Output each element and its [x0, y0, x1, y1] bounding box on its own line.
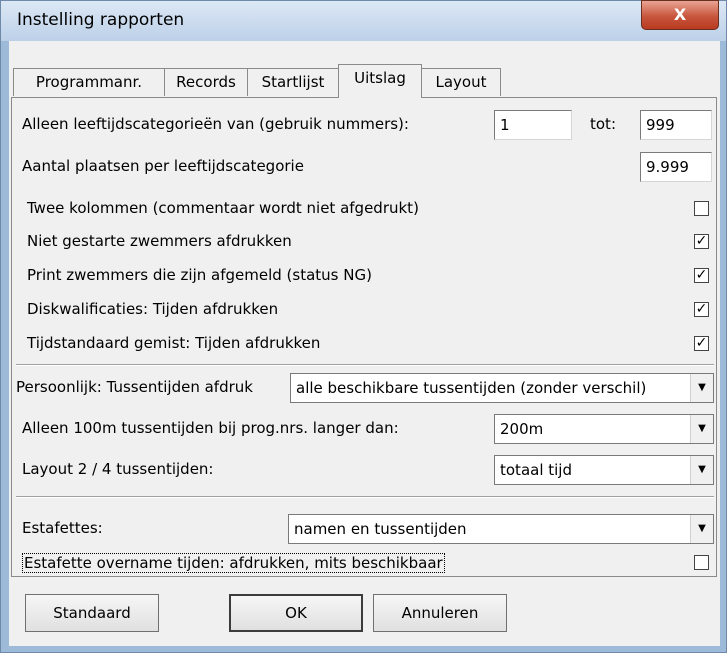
age-range-label: Alleen leeftijdscategorieën van (gebruik…	[22, 115, 409, 133]
age-to-input[interactable]: 999	[640, 110, 712, 140]
cancel-button[interactable]: Annuleren	[373, 594, 507, 632]
dialog-client: Programmanr. Records Startlijst Uitslag …	[9, 41, 720, 646]
separator	[16, 364, 714, 366]
tab-programmanr[interactable]: Programmanr.	[13, 68, 165, 96]
relays-label: Estafettes:	[22, 519, 103, 537]
personal-splits-label: Persoonlijk: Tussentijden afdruk	[16, 378, 253, 396]
only100-value: 200m	[500, 420, 544, 438]
time-standard-checkbox[interactable]: ✓	[694, 336, 709, 351]
checkbox-label: Estafette overname tijden: afdrukken, mi…	[22, 553, 445, 573]
split-layout-value: totaal tijd	[500, 461, 572, 479]
disqualifications-checkbox[interactable]: ✓	[694, 302, 709, 317]
separator	[16, 496, 714, 498]
not-started-checkbox[interactable]: ✓	[694, 234, 709, 249]
only100-select[interactable]: 200m ▼	[494, 414, 714, 444]
only100-label: Alleen 100m tussentijden bij prog.nrs. l…	[22, 419, 399, 437]
places-input[interactable]: 9.999	[640, 152, 712, 182]
standard-button[interactable]: Standaard	[25, 594, 159, 632]
relays-value: namen en tussentijden	[294, 520, 467, 538]
relay-takeover-checkbox[interactable]	[694, 555, 709, 570]
two-columns-checkbox[interactable]	[694, 201, 709, 216]
tab-uitslag[interactable]: Uitslag	[338, 64, 422, 98]
close-button[interactable]: X	[641, 0, 719, 30]
chevron-down-icon[interactable]: ▼	[690, 515, 713, 543]
split-layout-select[interactable]: totaal tijd ▼	[494, 455, 714, 485]
split-layout-label: Layout 2 / 4 tussentijden:	[22, 460, 214, 478]
checkbox-label: Print zwemmers die zijn afgemeld (status…	[27, 266, 372, 284]
ok-button[interactable]: OK	[229, 594, 363, 632]
tab-layout[interactable]: Layout	[421, 68, 501, 96]
relays-select[interactable]: namen en tussentijden ▼	[288, 514, 714, 544]
personal-splits-value: alle beschikbare tussentijden (zonder ve…	[296, 379, 647, 397]
chevron-down-icon[interactable]: ▼	[690, 374, 713, 402]
tab-panel-uitslag: Alleen leeftijdscategorieën van (gebruik…	[11, 97, 717, 577]
checkbox-label: Tijdstandaard gemist: Tijden afdrukken	[27, 334, 321, 352]
checkbox-label: Diskwalificaties: Tijden afdrukken	[27, 300, 279, 318]
tab-startlijst[interactable]: Startlijst	[247, 68, 339, 96]
chevron-down-icon[interactable]: ▼	[690, 456, 713, 484]
places-label: Aantal plaatsen per leeftijdscategorie	[22, 157, 304, 175]
age-from-input[interactable]: 1	[494, 110, 572, 140]
checkbox-label: Niet gestarte zwemmers afdrukken	[27, 232, 292, 250]
dialog-window: Instelling rapporten X Programmanr. Reco…	[0, 0, 727, 653]
chevron-down-icon[interactable]: ▼	[690, 415, 713, 443]
checkbox-label: Twee kolommen (commentaar wordt niet afg…	[27, 199, 419, 217]
window-title: Instelling rapporten	[17, 10, 185, 30]
withdrawn-checkbox[interactable]: ✓	[694, 268, 709, 283]
tab-records[interactable]: Records	[164, 68, 248, 96]
personal-splits-select[interactable]: alle beschikbare tussentijden (zonder ve…	[290, 373, 714, 403]
title-bar[interactable]: Instelling rapporten X	[1, 0, 726, 41]
age-to-label: tot:	[590, 115, 616, 133]
